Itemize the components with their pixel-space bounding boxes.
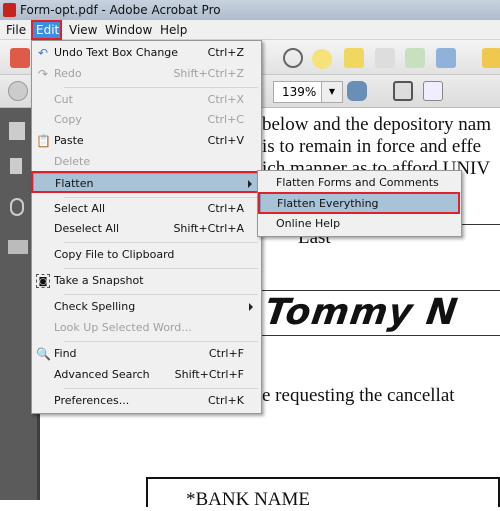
label: Find [54, 347, 77, 360]
menu-item-undo[interactable]: ↶ Undo Text Box Change Ctrl+Z [33, 43, 260, 63]
bank-name-label: *BANK NAME [186, 489, 311, 510]
label: Paste [54, 134, 84, 147]
flatten-annotation-box [31, 171, 260, 193]
label: Undo Text Box Change [54, 46, 179, 59]
menu-item-select-all[interactable]: Select All Ctrl+A [33, 199, 260, 219]
shortcut: Ctrl+V [207, 134, 244, 147]
menu-separator [64, 242, 258, 243]
shortcut: Ctrl+F [208, 347, 244, 360]
menu-item-deselect-all[interactable]: Deselect All Shift+Ctrl+A [33, 219, 260, 239]
flatten-everything-annotation-box [258, 192, 460, 214]
submenu-item-online-help[interactable]: Online Help [260, 214, 459, 234]
zoom-dropdown-button[interactable]: ▼ [321, 82, 342, 102]
signature-icon[interactable] [8, 240, 28, 254]
menu-item-look-up[interactable]: Look Up Selected Word... [33, 318, 260, 338]
submenu-arrow-icon [249, 303, 253, 311]
menu-view[interactable]: View [66, 22, 100, 38]
menu-separator [64, 294, 258, 295]
comment-icon[interactable] [312, 49, 332, 69]
shortcut: Ctrl+C [207, 113, 244, 126]
label: Deselect All [54, 222, 120, 235]
label: Take a Snapshot [54, 274, 144, 287]
previous-page-icon[interactable] [8, 81, 28, 101]
fit-width-icon[interactable] [393, 81, 413, 101]
settings-icon[interactable] [482, 48, 500, 68]
doc-line: below and the depository nam [262, 114, 492, 135]
menu-item-preferences[interactable]: Preferences... Ctrl+K [33, 391, 260, 411]
fit-page-icon[interactable] [423, 81, 443, 101]
label: Copy [54, 113, 82, 126]
label: Select All [54, 202, 106, 215]
undo-icon: ↶ [37, 46, 49, 60]
menu-separator [64, 388, 258, 389]
menu-item-copy-file[interactable]: Copy File to Clipboard [33, 245, 260, 265]
menu-item-delete[interactable]: Delete [33, 152, 260, 172]
pages-icon[interactable] [9, 122, 25, 140]
field-line [262, 290, 500, 291]
window-title: Form-opt.pdf - Adobe Acrobat Pro [20, 3, 221, 17]
label: Advanced Search [54, 368, 150, 381]
create-pdf-icon[interactable] [10, 48, 30, 68]
shortcut: Shift+Ctrl+F [174, 368, 244, 381]
shortcut: Shift+Ctrl+A [173, 222, 244, 235]
zoom-value: 139% [282, 85, 317, 99]
menu-item-advanced-search[interactable]: Advanced Search Shift+Ctrl+F [33, 365, 260, 385]
shortcut: Shift+Ctrl+Z [173, 67, 244, 80]
doc-line: e requesting the cancellat [262, 385, 455, 406]
bookmark-icon[interactable] [10, 158, 22, 174]
label: Copy File to Clipboard [54, 248, 175, 261]
extract-icon[interactable] [405, 48, 425, 68]
signature: Tommy N [262, 292, 461, 333]
shortcut: Ctrl+X [207, 93, 244, 106]
label: Redo [54, 67, 82, 80]
label: Check Spelling [54, 300, 136, 313]
redo-icon: ↷ [37, 67, 49, 81]
menu-separator [64, 197, 258, 198]
menu-item-copy[interactable]: Copy Ctrl+C [33, 110, 260, 130]
find-icon: 🔍 [36, 347, 51, 361]
doc-line: is to remain in force and effe [262, 136, 482, 157]
menu-window[interactable]: Window [102, 22, 155, 38]
label: Look Up Selected Word... [54, 321, 192, 334]
submenu-item-flatten-forms[interactable]: Flatten Forms and Comments [260, 173, 459, 193]
camera-icon: ◙ [36, 274, 50, 288]
edit-annotation-box [31, 20, 62, 40]
gear-icon[interactable] [283, 48, 303, 68]
ink-icon[interactable] [347, 81, 367, 101]
typewriter-icon[interactable] [344, 48, 364, 68]
title-bar: Form-opt.pdf - Adobe Acrobat Pro [0, 0, 500, 20]
label: Cut [54, 93, 73, 106]
menu-help[interactable]: Help [157, 22, 190, 38]
menu-separator [64, 87, 258, 88]
menu-item-cut[interactable]: Cut Ctrl+X [33, 90, 260, 110]
menu-item-check-spelling[interactable]: Check Spelling [33, 297, 260, 317]
secure-icon[interactable] [436, 48, 456, 68]
menu-file[interactable]: File [3, 22, 29, 38]
field-line [262, 335, 500, 336]
menu-item-snapshot[interactable]: ◙ Take a Snapshot [33, 271, 260, 291]
shortcut: Ctrl+K [207, 394, 244, 407]
shortcut: Ctrl+Z [207, 46, 244, 59]
menu-separator [64, 268, 258, 269]
acrobat-app-icon [3, 3, 16, 17]
label: Delete [54, 155, 91, 168]
paste-icon: 📋 [36, 134, 51, 148]
menu-separator [64, 341, 258, 342]
menu-bar: File Edit View Window Help [0, 20, 500, 40]
attachment-icon[interactable] [10, 198, 24, 216]
label: Preferences... [54, 394, 130, 407]
edit-menu: ↶ Undo Text Box Change Ctrl+Z ↷ Redo Shift+C… [31, 40, 262, 414]
menu-item-paste[interactable]: 📋 Paste Ctrl+V [33, 131, 260, 151]
menu-item-find[interactable]: 🔍 Find Ctrl+F [33, 344, 260, 364]
menu-item-redo[interactable]: ↷ Redo Shift+Ctrl+Z [33, 64, 260, 84]
delete-page-icon[interactable] [375, 48, 395, 68]
shortcut: Ctrl+A [207, 202, 244, 215]
